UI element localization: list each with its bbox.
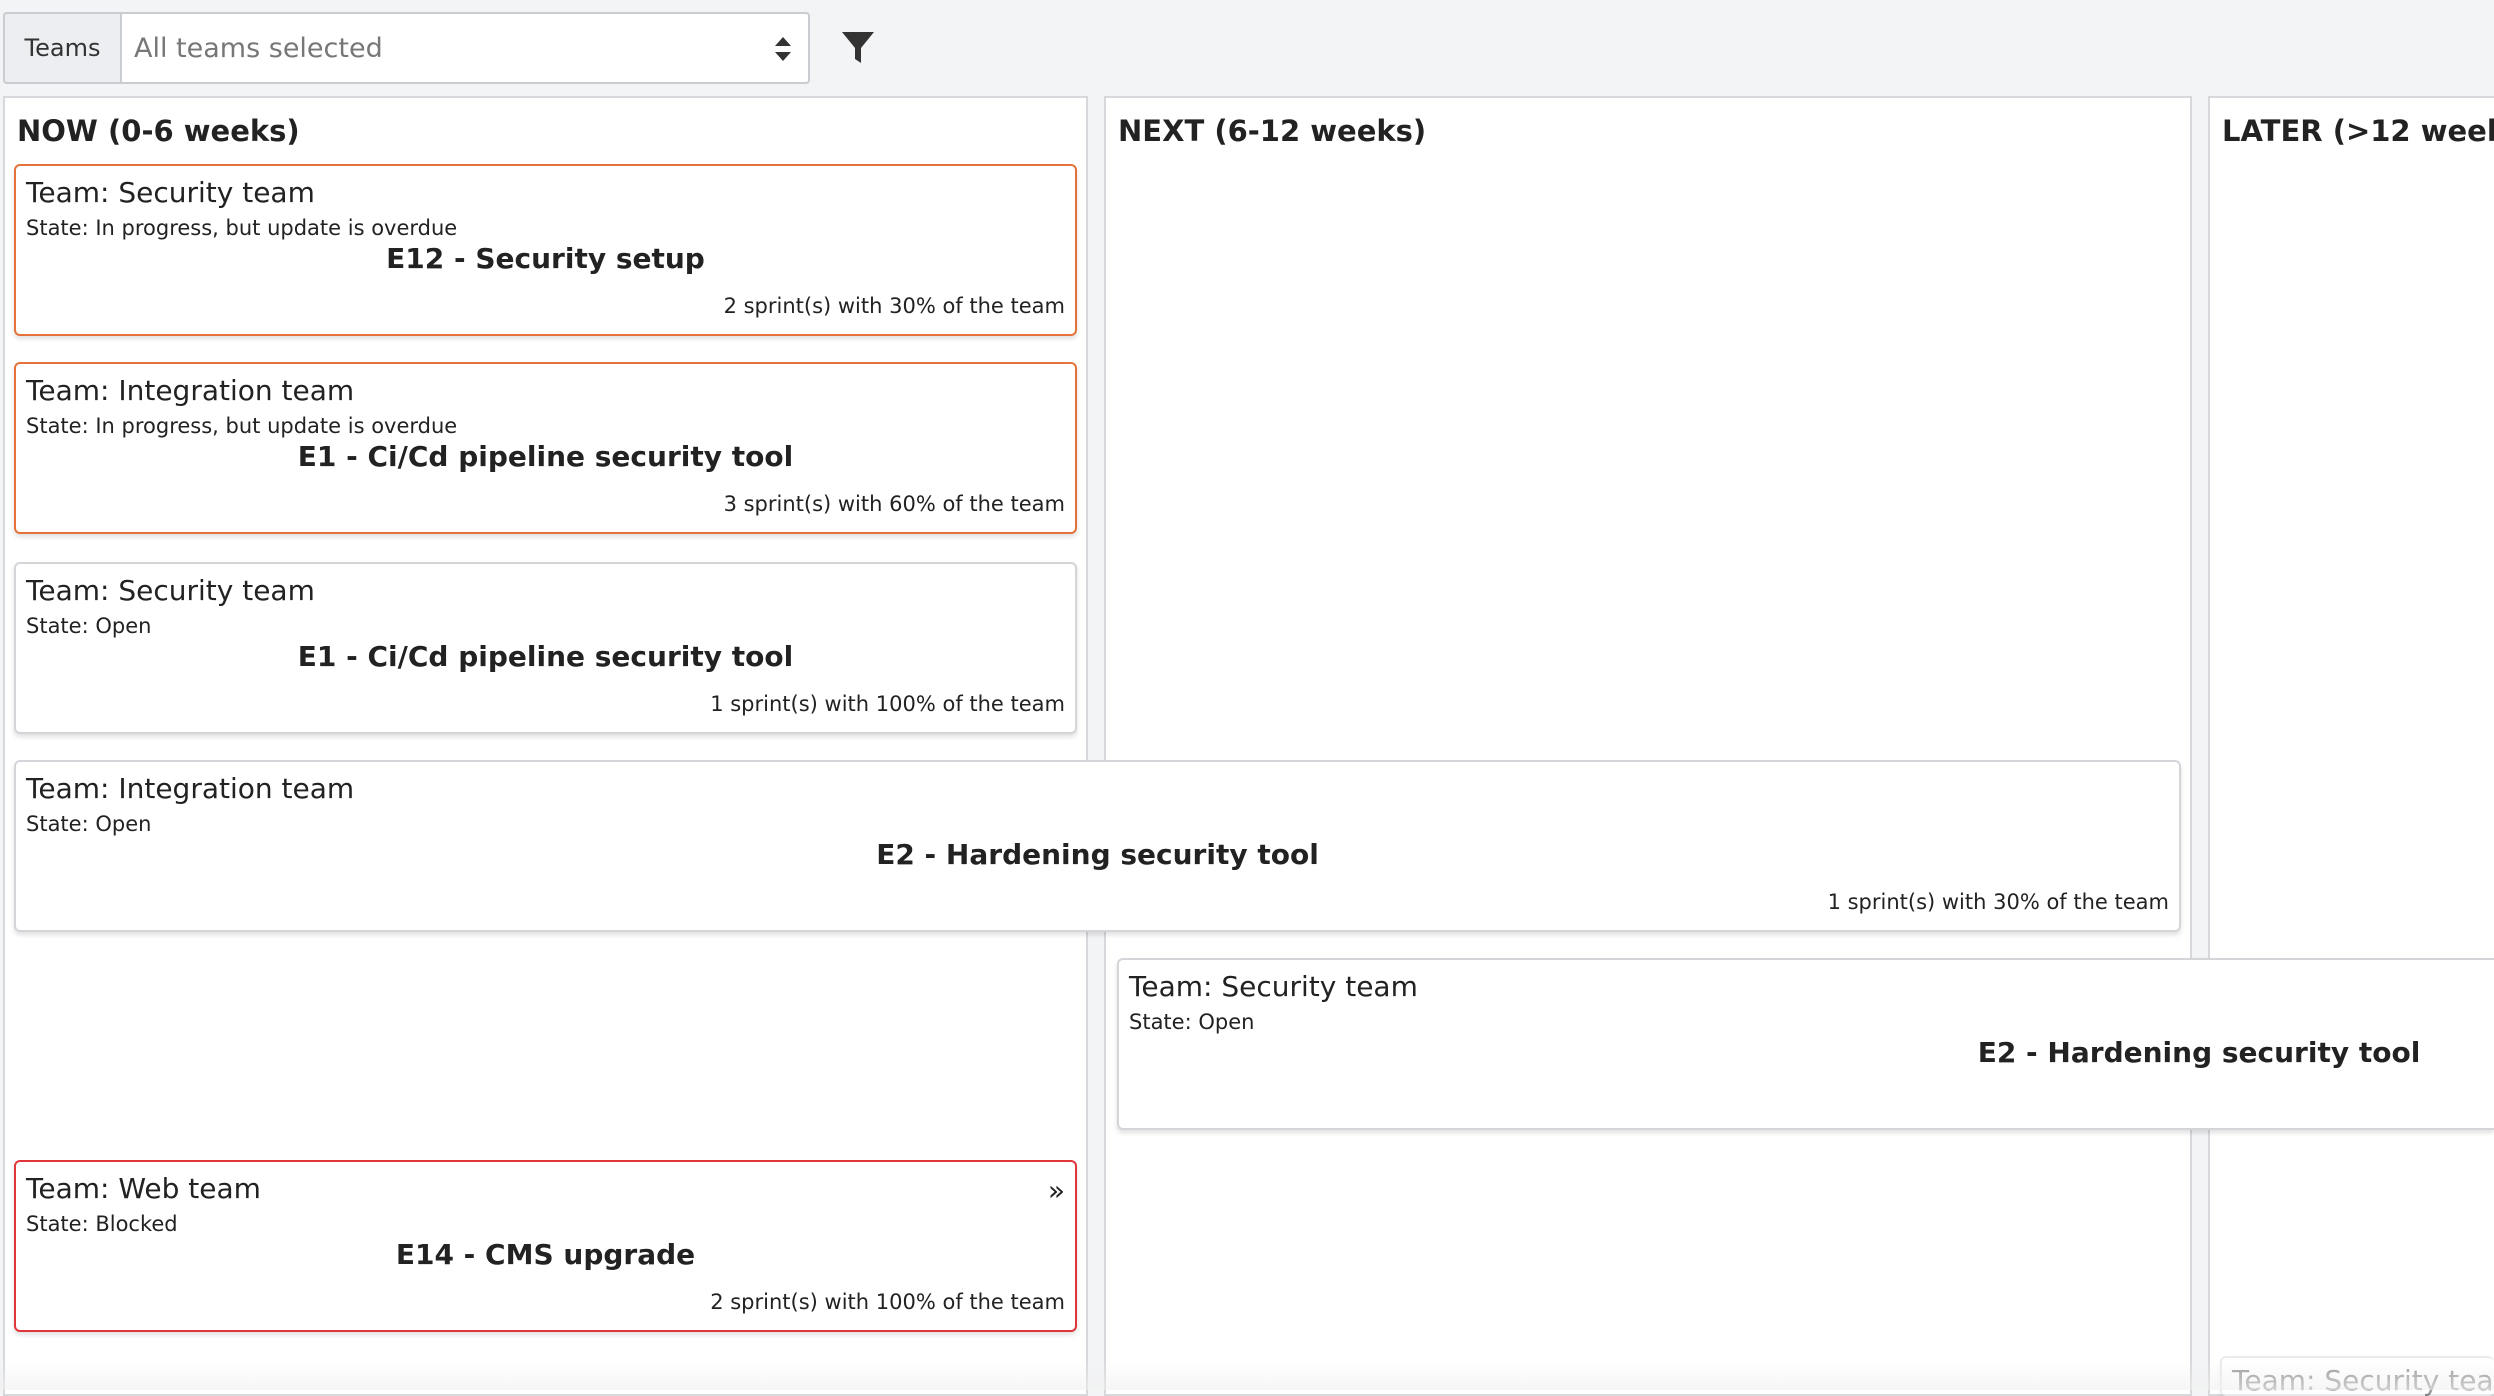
card-title: E2 - Hardening security tool (1977, 1036, 2421, 1069)
card-title: E12 - Security setup (386, 242, 705, 275)
card-sprints: 3 sprint(s) with 60% of the team (723, 492, 1065, 516)
card-title: E1 - Ci/Cd pipeline security tool (297, 440, 794, 473)
card-state: State: In progress, but update is overdu… (26, 216, 458, 240)
card-team: Team: Security team (1129, 970, 1418, 1003)
double-chevron-right-icon[interactable]: » (1048, 1174, 1065, 1207)
card-team: Team: Security team (2232, 1364, 2494, 1396)
card-sprints: 1 sprint(s) with 30% of the team (1827, 890, 2169, 914)
toolbar: Teams All teams selected (0, 0, 2494, 96)
card-state: State: In progress, but update is overdu… (26, 414, 458, 438)
teams-label: Teams (3, 12, 120, 84)
card-team: Team: Security team (26, 574, 315, 607)
card-title: E2 - Hardening security tool (876, 838, 1319, 871)
column-next: NEXT (6-12 weeks) (1104, 96, 2192, 1396)
card-title: E1 - Ci/Cd pipeline security tool (297, 640, 794, 673)
card-sprints: 2 sprint(s) with 100% of the team (710, 1290, 1065, 1314)
card-state: State: Open (1129, 1010, 1255, 1034)
column-later: LATER (>12 weeks) (2208, 96, 2494, 1396)
epic-card[interactable]: Team: Security team State: Open E2 - Har… (1117, 958, 2494, 1130)
card-state: State: Blocked (26, 1212, 178, 1236)
filter-icon[interactable] (840, 30, 876, 66)
teams-select-value: All teams selected (134, 32, 383, 64)
card-team: Team: Integration team (26, 772, 355, 805)
card-sprints: 1 sprint(s) with 100% of the team (710, 692, 1065, 716)
epic-card[interactable]: Team: Integration team State: In progres… (14, 362, 1077, 534)
epic-card[interactable]: Team: Integration team State: Open E2 - … (14, 760, 2181, 932)
card-team: Team: Integration team (26, 374, 355, 407)
card-state: State: Open (26, 812, 152, 836)
column-title: NEXT (6-12 weeks) (1118, 114, 1427, 148)
column-title: NOW (0-6 weeks) (17, 114, 300, 148)
column-title: LATER (>12 weeks) (2222, 114, 2494, 148)
card-team: Team: Security team (26, 176, 315, 209)
select-arrows-icon (775, 37, 791, 61)
epic-card[interactable]: Team: Security team State: In progress, … (14, 164, 1077, 336)
card-state: State: Open (26, 614, 152, 638)
epic-card[interactable]: Team: Security team State: Open E1 - Ci/… (14, 562, 1077, 734)
card-sprints: 2 sprint(s) with 30% of the team (723, 294, 1065, 318)
card-team: Team: Web team (26, 1172, 261, 1205)
card-title: E14 - CMS upgrade (395, 1238, 696, 1271)
teams-select[interactable]: All teams selected (120, 12, 810, 84)
epic-card[interactable]: Team: Web team » State: Blocked E14 - CM… (14, 1160, 1077, 1332)
epic-card[interactable]: Team: Security team (2220, 1356, 2494, 1396)
